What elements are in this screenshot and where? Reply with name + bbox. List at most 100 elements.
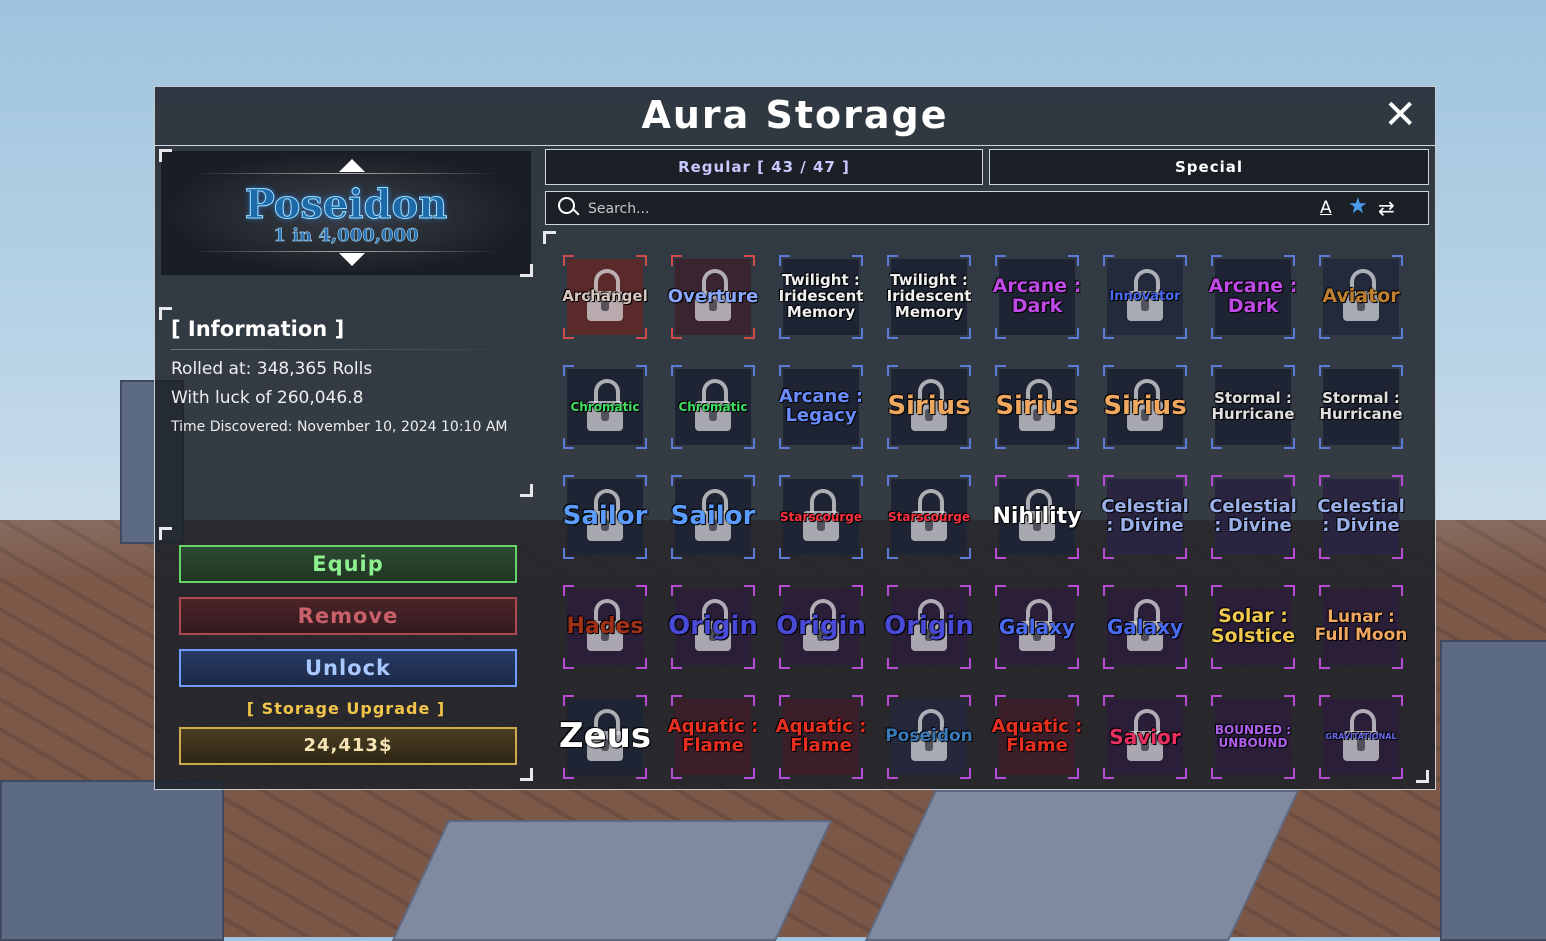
aura-slot[interactable]: Stormal : Hurricane bbox=[1211, 365, 1295, 449]
aura-slot[interactable]: Origin bbox=[668, 585, 758, 669]
arrow-down-icon[interactable] bbox=[339, 253, 365, 266]
aura-slot[interactable]: Zeus bbox=[559, 695, 651, 779]
sort-alpha-icon[interactable]: A bbox=[1320, 198, 1332, 218]
unlock-button[interactable]: Unlock bbox=[179, 649, 517, 687]
aura-name: Aviator bbox=[1322, 285, 1400, 308]
aura-name: Solar : Solstice bbox=[1210, 605, 1296, 647]
aura-slot[interactable]: Origin bbox=[884, 585, 974, 669]
aura-storage-window: Aura Storage ✕ Poseidon 1 in 4,000,000 [… bbox=[154, 86, 1436, 790]
aura-slot[interactable]: Sirius bbox=[887, 365, 971, 449]
aura-slot[interactable]: Starscourge bbox=[887, 475, 971, 559]
aura-slot[interactable]: Origin bbox=[776, 585, 866, 669]
aura-name: Nihility bbox=[992, 504, 1082, 530]
aura-name: Sirius bbox=[1103, 391, 1187, 422]
aura-slot[interactable]: Overture bbox=[668, 255, 758, 339]
equip-button[interactable]: Equip bbox=[179, 545, 517, 583]
aura-slot[interactable]: Chromatic bbox=[563, 365, 647, 449]
aura-name: Aquatic : Flame bbox=[991, 716, 1083, 756]
aura-grid-box: Archangel Overture Twilight : Iridescent M… bbox=[543, 231, 1429, 783]
aura-name: Origin bbox=[668, 611, 758, 642]
window-title: Aura Storage bbox=[641, 93, 949, 137]
aura-slot[interactable]: Arcane : Legacy bbox=[779, 365, 863, 449]
aura-name: Stormal : Hurricane bbox=[1319, 389, 1403, 423]
aura-name: Overture bbox=[667, 285, 759, 307]
aura-name: Poseidon bbox=[885, 726, 973, 747]
aura-slot[interactable]: BOUNDED : UNBOUND bbox=[1211, 695, 1295, 779]
storage-upgrade-button[interactable]: 24,413$ bbox=[179, 727, 517, 765]
aura-slot[interactable]: Twilight : Iridescent Memory bbox=[779, 255, 863, 339]
aura-name: Zeus bbox=[558, 716, 652, 757]
aura-slot[interactable]: Starscourge bbox=[779, 475, 863, 559]
aura-slot[interactable]: Savior bbox=[1103, 695, 1187, 779]
aura-slot[interactable]: Sailor bbox=[563, 475, 647, 559]
aura-slot[interactable]: Chromatic bbox=[671, 365, 755, 449]
aura-slot[interactable]: Nihility bbox=[992, 475, 1082, 559]
aura-name: Celestial : Divine bbox=[1317, 496, 1405, 536]
aura-name: Sailor bbox=[562, 501, 648, 532]
aura-slot[interactable]: Stormal : Hurricane bbox=[1319, 365, 1403, 449]
information-header: [ Information ] bbox=[171, 317, 345, 341]
aura-name: Chromatic bbox=[570, 399, 640, 414]
rolled-at-text: Rolled at: 348,365 Rolls bbox=[171, 359, 373, 379]
divider bbox=[171, 349, 521, 350]
featured-aura-name: Poseidon bbox=[244, 181, 448, 229]
luck-text: With luck of 260,046.8 bbox=[171, 388, 364, 408]
aura-slot[interactable]: Celestial : Divine bbox=[1317, 475, 1405, 559]
aura-slot[interactable]: GRAVITATIONAL bbox=[1319, 695, 1403, 779]
divider bbox=[191, 173, 501, 174]
aura-slot[interactable]: Celestial : Divine bbox=[1101, 475, 1189, 559]
favorite-star-icon[interactable]: ★ bbox=[1348, 194, 1368, 219]
aura-slot[interactable]: Galaxy bbox=[1103, 585, 1187, 669]
aura-slot[interactable]: Innovator bbox=[1103, 255, 1187, 339]
aura-name: Lunar : Full Moon bbox=[1314, 607, 1408, 645]
aura-slot[interactable]: Celestial : Divine bbox=[1209, 475, 1297, 559]
aura-name: BOUNDED : UNBOUND bbox=[1214, 723, 1292, 750]
aura-slot[interactable]: Sirius bbox=[1103, 365, 1187, 449]
aura-slot[interactable]: Solar : Solstice bbox=[1211, 585, 1295, 669]
aura-slot[interactable]: Arcane : Dark bbox=[1209, 255, 1297, 339]
aura-name: Starscourge bbox=[779, 509, 863, 524]
featured-aura-box: Poseidon 1 in 4,000,000 bbox=[159, 149, 533, 277]
aura-name: Innovator bbox=[1109, 289, 1181, 305]
aura-name: Aquatic : Flame bbox=[775, 716, 867, 756]
aura-slot[interactable]: Twilight : Iridescent Memory bbox=[887, 255, 971, 339]
world-block bbox=[1440, 640, 1546, 941]
aura-slot[interactable]: Galaxy bbox=[995, 585, 1079, 669]
tab-special[interactable]: Special bbox=[989, 149, 1429, 185]
featured-aura-rarity: 1 in 4,000,000 bbox=[273, 225, 419, 247]
aura-slot[interactable]: Aquatic : Flame bbox=[992, 695, 1082, 779]
aura-slot[interactable]: Lunar : Full Moon bbox=[1315, 585, 1407, 669]
aura-slot[interactable]: Sirius bbox=[995, 365, 1079, 449]
search-bar: A ★ ⇄ bbox=[545, 191, 1429, 225]
arrow-up-icon[interactable] bbox=[339, 159, 365, 172]
aura-slot[interactable]: Archangel bbox=[562, 255, 648, 339]
aura-slot[interactable]: Aquatic : Flame bbox=[776, 695, 866, 779]
aura-name: Arcane : Dark bbox=[1208, 275, 1298, 317]
aura-name: Arcane : Dark bbox=[992, 275, 1082, 317]
divider bbox=[191, 251, 501, 252]
close-icon[interactable]: ✕ bbox=[1383, 95, 1417, 135]
aura-slot[interactable]: Poseidon bbox=[885, 695, 973, 779]
aura-name: Twilight : Iridescent Memory bbox=[778, 271, 864, 321]
aura-slot[interactable]: Aviator bbox=[1319, 255, 1403, 339]
aura-slot[interactable]: Aquatic : Flame bbox=[668, 695, 758, 779]
aura-name: Celestial : Divine bbox=[1209, 496, 1297, 536]
aura-name: Origin bbox=[884, 611, 974, 642]
swap-icon[interactable]: ⇄ bbox=[1378, 196, 1395, 220]
aura-name: Sirius bbox=[995, 391, 1079, 422]
aura-name: GRAVITATIONAL bbox=[1325, 731, 1397, 741]
aura-name: Galaxy bbox=[1106, 614, 1184, 639]
aura-name: Galaxy bbox=[998, 614, 1076, 639]
tab-regular[interactable]: Regular [ 43 / 47 ] bbox=[545, 149, 983, 185]
aura-name: Chromatic bbox=[678, 399, 748, 414]
remove-button[interactable]: Remove bbox=[179, 597, 517, 635]
search-icon bbox=[558, 197, 575, 214]
aura-name: Sailor bbox=[670, 501, 756, 532]
actions-box: Equip Remove Unlock [ Storage Upgrade ] … bbox=[159, 527, 533, 781]
search-input[interactable] bbox=[586, 196, 1190, 222]
aura-slot[interactable]: Sailor bbox=[671, 475, 755, 559]
aura-name: Celestial : Divine bbox=[1101, 496, 1189, 536]
aura-name: Aquatic : Flame bbox=[667, 716, 759, 756]
aura-slot[interactable]: Hades bbox=[563, 585, 647, 669]
aura-slot[interactable]: Arcane : Dark bbox=[993, 255, 1081, 339]
